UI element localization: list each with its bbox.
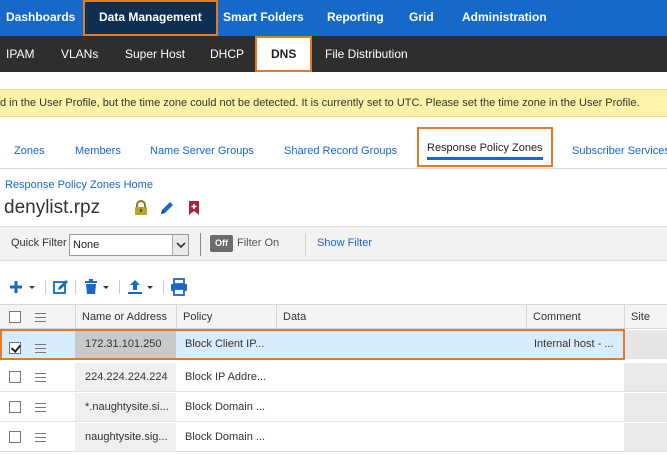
top-nav-grid[interactable]: Grid <box>409 0 434 36</box>
cell-site <box>624 330 667 358</box>
row-menu-icon[interactable] <box>35 373 46 382</box>
lock-icon[interactable] <box>133 200 149 216</box>
delete-icon[interactable] <box>82 278 114 296</box>
tab-name-server-groups[interactable]: Name Server Groups <box>150 131 254 169</box>
sub-nav-dns[interactable]: DNS <box>255 36 313 72</box>
cell-data <box>282 330 522 358</box>
row-checkbox[interactable] <box>9 401 21 413</box>
top-nav-reporting[interactable]: Reporting <box>327 0 384 36</box>
row-checkbox[interactable] <box>9 371 21 383</box>
row-checkbox[interactable] <box>9 431 21 443</box>
cell-data <box>282 393 522 421</box>
print-icon[interactable] <box>170 278 188 296</box>
cell-comment <box>534 363 622 391</box>
tab-response-policy-zones[interactable]: Response Policy Zones <box>417 127 553 167</box>
active-tab-underline <box>427 157 543 160</box>
row-menu-icon[interactable] <box>35 344 46 353</box>
filter-separator-2 <box>305 233 306 256</box>
edit-icon[interactable] <box>52 278 70 296</box>
cell-name: 224.224.224.224 <box>75 363 176 391</box>
sub-nav-vlans[interactable]: VLANs <box>61 36 98 72</box>
toolbar-separator <box>163 280 164 294</box>
timezone-warning-text: d in the User Profile, but the time zone… <box>0 97 640 109</box>
column-header-comment[interactable]: Comment <box>526 305 624 329</box>
cell-site <box>624 423 667 451</box>
column-menu-icon[interactable] <box>35 313 46 322</box>
cell-name: 172.31.101.250 <box>75 330 176 358</box>
cell-data <box>282 363 522 391</box>
row-checkbox[interactable] <box>9 342 21 354</box>
column-header-data[interactable]: Data <box>276 305 527 329</box>
tab-zones[interactable]: Zones <box>14 131 45 169</box>
toolbar-separator <box>45 280 46 294</box>
sub-nav-dhcp[interactable]: DHCP <box>210 36 244 72</box>
cell-policy: Block Client IP... <box>185 338 265 350</box>
table-row[interactable]: 224.224.224.224 Block IP Addre... <box>0 363 667 392</box>
cell-comment <box>534 393 622 421</box>
top-nav-data-management[interactable]: Data Management <box>83 0 218 36</box>
grid-header: Name or Address Policy Data Comment Site <box>0 304 667 329</box>
column-header-name[interactable]: Name or Address <box>75 305 176 329</box>
cell-policy: Block IP Addre... <box>185 371 267 383</box>
tab-shared-record-groups[interactable]: Shared Record Groups <box>284 131 397 169</box>
pencil-icon[interactable] <box>159 200 175 216</box>
bookmark-plus-icon[interactable] <box>186 200 202 216</box>
column-header-policy[interactable]: Policy <box>176 305 276 329</box>
column-header-site[interactable]: Site <box>624 305 667 329</box>
cell-policy: Block Domain ... <box>185 401 266 413</box>
tab-subscriber-services[interactable]: Subscriber Services <box>572 131 667 169</box>
page-title: denylist.rpz <box>4 197 101 218</box>
row-menu-icon[interactable] <box>35 433 46 442</box>
grid-toolbar <box>0 274 667 300</box>
breadcrumb[interactable]: Response Policy Zones Home <box>5 179 153 191</box>
tab-response-policy-zones-label: Response Policy Zones <box>427 142 543 154</box>
sub-nav-ipam[interactable]: IPAM <box>6 36 34 72</box>
table-row[interactable]: naughtysite.sig... Block Domain ... <box>0 423 667 452</box>
add-icon[interactable] <box>8 278 40 296</box>
quick-filter-label: Quick Filter <box>11 237 67 249</box>
sub-nav: IPAM VLANs Super Host DHCP DNS File Dist… <box>0 36 667 72</box>
top-nav-smart-folders[interactable]: Smart Folders <box>223 0 304 36</box>
cell-name: naughtysite.sig... <box>75 423 176 451</box>
top-nav-administration[interactable]: Administration <box>462 0 547 36</box>
cell-data <box>282 423 522 451</box>
quick-filter-select[interactable]: None <box>69 234 189 256</box>
cell-site <box>624 363 667 391</box>
filter-separator <box>200 233 201 256</box>
cell-name: *.naughtysite.si... <box>75 393 176 421</box>
table-row[interactable]: *.naughtysite.si... Block Domain ... <box>0 393 667 422</box>
cell-comment <box>534 423 622 451</box>
chevron-down-icon[interactable] <box>172 235 188 255</box>
toolbar-separator <box>75 280 76 294</box>
toolbar-separator <box>119 280 120 294</box>
filter-bar: Quick Filter None Off Filter On Show Fil… <box>0 226 667 261</box>
export-icon[interactable] <box>126 278 158 296</box>
filter-toggle[interactable]: Off <box>210 235 233 252</box>
top-nav-dashboards[interactable]: Dashboards <box>6 0 75 36</box>
sub-nav-file-distribution[interactable]: File Distribution <box>325 36 408 72</box>
row-menu-icon[interactable] <box>35 403 46 412</box>
sub-nav-super-host[interactable]: Super Host <box>125 36 185 72</box>
table-row[interactable]: 172.31.101.250 Block Client IP... Intern… <box>0 330 667 359</box>
dns-tabs: Zones Members Name Server Groups Shared … <box>0 127 667 169</box>
filter-on-label: Filter On <box>237 237 280 249</box>
cell-site <box>624 393 667 421</box>
select-all-checkbox[interactable] <box>9 311 21 323</box>
cell-comment: Internal host - ... <box>534 338 614 350</box>
show-filter-link[interactable]: Show Filter <box>317 237 372 249</box>
top-nav: Dashboards Data Management Smart Folders… <box>0 0 667 36</box>
timezone-warning-bar: d in the User Profile, but the time zone… <box>0 89 667 117</box>
quick-filter-value: None <box>73 239 100 251</box>
cell-policy: Block Domain ... <box>185 431 266 443</box>
tab-members[interactable]: Members <box>75 131 121 169</box>
